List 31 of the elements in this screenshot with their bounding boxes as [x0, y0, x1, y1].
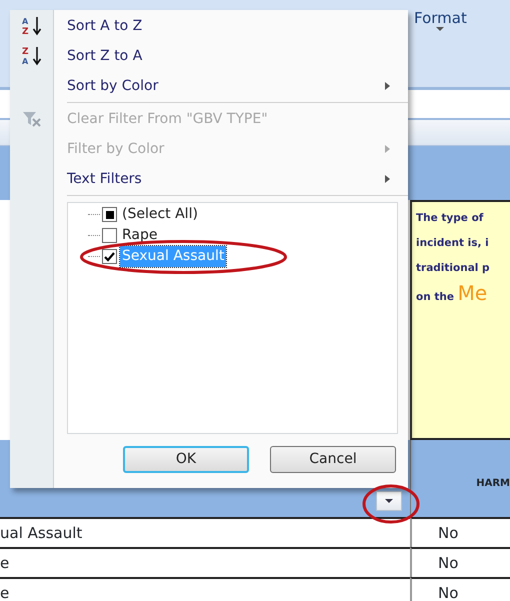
note-text: on the Me	[416, 281, 488, 307]
highlight-ellipse	[362, 484, 420, 524]
checkbox[interactable]	[102, 228, 117, 243]
checkbox[interactable]	[102, 207, 117, 222]
filter-dropdown-button[interactable]	[376, 491, 402, 511]
checkbox[interactable]	[102, 249, 117, 264]
format-button[interactable]: Format	[410, 10, 471, 30]
table-cell: No	[410, 517, 510, 547]
ok-button[interactable]: OK	[123, 446, 249, 473]
table-cell: No	[410, 577, 510, 601]
column-header: HARM	[410, 440, 510, 517]
menu-item[interactable]: Text Filters	[10, 164, 408, 194]
note-text: incident is, i	[416, 236, 490, 251]
submenu-arrow-icon	[385, 145, 390, 153]
table-cell: e	[0, 547, 410, 577]
menu-item[interactable]: A Z Sort A to Z	[10, 11, 408, 41]
clear-filter-icon	[22, 111, 42, 127]
caret-icon	[385, 499, 393, 503]
menu-item[interactable]: Z A Sort Z to A	[10, 41, 408, 71]
cancel-button[interactable]: Cancel	[270, 446, 396, 473]
menu-item[interactable]: Sort by Color	[10, 71, 408, 101]
note-text: The type of	[416, 211, 484, 226]
note-text: traditional p	[416, 261, 491, 276]
checklist-item[interactable]: (Select All)	[120, 204, 200, 225]
checklist-item[interactable]: Rape	[120, 225, 160, 246]
table-cell: e	[0, 577, 410, 601]
table-cell: ual Assault	[0, 517, 410, 547]
submenu-arrow-icon	[385, 82, 390, 90]
caret-icon	[436, 26, 444, 30]
submenu-arrow-icon	[385, 175, 390, 183]
table-cell: No	[410, 547, 510, 577]
